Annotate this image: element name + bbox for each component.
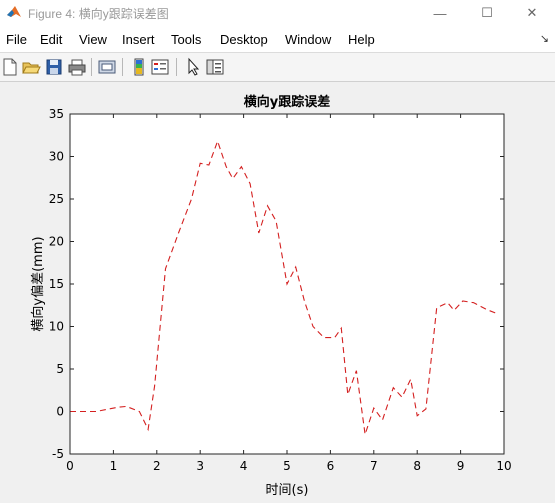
menu-edit[interactable]: Edit: [40, 32, 62, 47]
window-titlebar[interactable]: Figure 4: 横向y跟踪误差图 — ☐ ✕: [0, 0, 555, 26]
x-tick-label: 2: [153, 459, 161, 473]
menubar: File Edit View Insert Tools Desktop Wind…: [0, 26, 555, 53]
y-tick-label: 0: [56, 405, 64, 419]
menu-insert[interactable]: Insert: [122, 32, 155, 47]
minimize-icon: —: [434, 6, 447, 21]
link-plot-icon[interactable]: [97, 57, 117, 77]
insert-colorbar-icon[interactable]: [129, 57, 149, 77]
dock-arrow-icon[interactable]: ↘: [540, 32, 549, 45]
new-figure-icon[interactable]: [0, 57, 20, 77]
open-file-icon[interactable]: [21, 57, 41, 77]
x-tick-label: 4: [240, 459, 248, 473]
menu-desktop[interactable]: Desktop: [220, 32, 268, 47]
x-axis-label: 时间(s): [266, 483, 309, 498]
window-title: Figure 4: 横向y跟踪误差图: [28, 5, 169, 22]
matlab-logo-icon: [6, 4, 22, 20]
menu-window[interactable]: Window: [285, 32, 331, 47]
menu-help[interactable]: Help: [348, 32, 375, 47]
figure-toolbar: [0, 53, 555, 82]
x-tick-label: 0: [66, 459, 74, 473]
chart-title: 横向y跟踪误差: [244, 94, 330, 110]
menu-view[interactable]: View: [79, 32, 107, 47]
x-tick-label: 1: [110, 459, 118, 473]
x-tick-label: 8: [413, 459, 421, 473]
y-tick-label: 5: [56, 362, 64, 376]
x-tick-label: 10: [496, 459, 511, 473]
x-tick-label: 5: [283, 459, 291, 473]
close-button[interactable]: ✕: [509, 0, 555, 26]
x-tick-label: 9: [457, 459, 465, 473]
y-tick-label: 30: [49, 150, 64, 164]
x-tick-label: 7: [370, 459, 378, 473]
figure-canvas[interactable]: 横向y跟踪误差 012345678910-505101520253035 时间(…: [0, 82, 555, 500]
property-inspector-icon[interactable]: [205, 57, 225, 77]
line-chart: 横向y跟踪误差 012345678910-505101520253035 时间(…: [0, 82, 555, 500]
y-tick-label: 10: [49, 320, 64, 334]
toolbar-separator: [176, 58, 177, 76]
x-tick-label: 3: [196, 459, 204, 473]
menu-tools[interactable]: Tools: [171, 32, 201, 47]
y-tick-label: 35: [49, 107, 64, 121]
menu-file[interactable]: File: [6, 32, 27, 47]
edit-plot-arrow-icon[interactable]: [183, 57, 203, 77]
toolbar-separator: [122, 58, 123, 76]
y-axis-label: 横向y偏差(mm): [30, 236, 46, 331]
save-icon[interactable]: [44, 57, 64, 77]
x-tick-label: 6: [327, 459, 335, 473]
y-tick-label: 25: [49, 192, 64, 206]
y-tick-label: 20: [49, 235, 64, 249]
close-icon: ✕: [527, 5, 538, 21]
print-icon[interactable]: [67, 57, 87, 77]
maximize-icon: ☐: [481, 5, 493, 21]
minimize-button[interactable]: —: [417, 0, 463, 26]
y-tick-label: -5: [52, 447, 64, 461]
maximize-button[interactable]: ☐: [464, 0, 510, 26]
y-tick-label: 15: [49, 277, 64, 291]
insert-legend-icon[interactable]: [150, 57, 170, 77]
toolbar-separator: [91, 58, 92, 76]
